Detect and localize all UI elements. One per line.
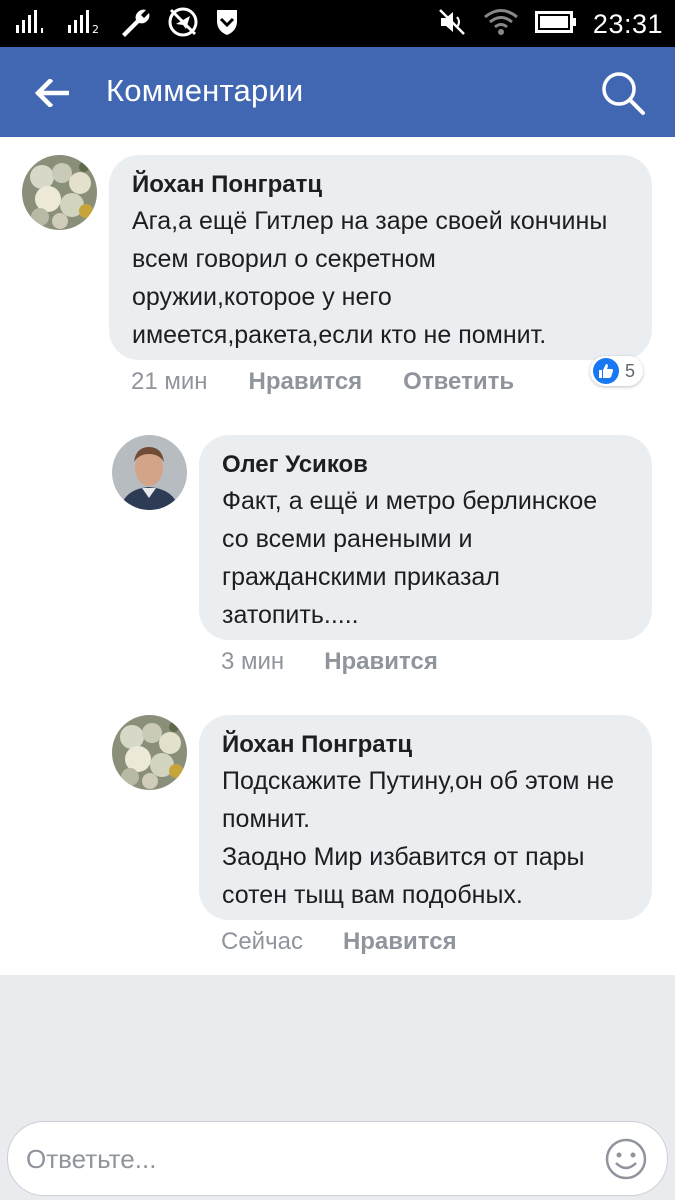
app-bar: Комментарии xyxy=(0,47,675,137)
comment-author[interactable]: Олег Усиков xyxy=(222,451,630,479)
like-button[interactable]: Нравится xyxy=(249,368,363,396)
clock: 23:31 xyxy=(592,8,663,39)
comment-meta: Сейчас Нравится xyxy=(221,927,457,957)
status-bar: 2 23:31 xyxy=(0,0,675,47)
search-icon xyxy=(602,72,645,115)
reply-input[interactable] xyxy=(26,1136,586,1182)
comment-time: 3 мин xyxy=(221,648,285,675)
comment-author[interactable]: Йохан Понгратц xyxy=(132,171,630,199)
empty-area xyxy=(0,975,675,1115)
back-button[interactable] xyxy=(30,71,74,115)
comments-list: Йохан Понгратц Ага,а ещё Гитлер на заре … xyxy=(0,137,675,975)
reaction-count: 5 xyxy=(625,360,636,381)
comment-meta: 21 мин Нравится Ответить xyxy=(131,367,514,397)
avatar-image xyxy=(22,155,97,230)
wifi-icon xyxy=(483,8,519,41)
comment-bubble[interactable]: Йохан Понгратц Ага,а ещё Гитлер на заре … xyxy=(109,155,652,360)
reply-field[interactable] xyxy=(7,1121,668,1196)
like-button[interactable]: Нравится xyxy=(343,928,457,956)
battery-icon xyxy=(534,10,577,39)
mute-icon xyxy=(437,7,467,42)
comment-time: 21 мин xyxy=(131,368,208,395)
reply-button[interactable]: Ответить xyxy=(403,368,514,396)
avatar[interactable] xyxy=(112,715,187,790)
comment-time: Сейчас xyxy=(221,928,303,955)
comment-text: Факт, а ещё и метро берлинское со всеми … xyxy=(222,487,598,629)
smiley-icon xyxy=(605,1138,647,1180)
comment-text: Ага,а ещё Гитлер на заре своей кончины в… xyxy=(132,207,608,349)
shield-icon xyxy=(214,7,240,42)
avatar[interactable] xyxy=(112,435,187,510)
like-button[interactable]: Нравится xyxy=(324,648,438,676)
search-button[interactable] xyxy=(597,67,649,119)
avatar-image xyxy=(112,715,187,790)
no-location-icon xyxy=(166,6,200,43)
avatar-image xyxy=(112,435,187,510)
signal-2-icon: 2 xyxy=(66,9,104,40)
comment-text: Подскажите Путину,он об этом не помнит. … xyxy=(222,767,615,909)
status-right-icons: 23:31 xyxy=(437,8,663,40)
reply-bar xyxy=(0,1115,675,1200)
reaction-badge[interactable]: 5 xyxy=(590,356,644,386)
status-left-icons: 2 xyxy=(14,6,240,43)
comment-bubble[interactable]: Олег Усиков Факт, а ещё и метро берлинск… xyxy=(199,435,652,640)
svg-text:2: 2 xyxy=(92,23,99,35)
comment-bubble[interactable]: Йохан Понгратц Подскажите Путину,он об э… xyxy=(199,715,652,920)
emoji-button[interactable] xyxy=(603,1136,649,1182)
signal-1-icon xyxy=(14,9,52,40)
page-title: Комментарии xyxy=(106,73,304,108)
comment-author[interactable]: Йохан Понгратц xyxy=(222,731,630,759)
comment-meta: 3 мин Нравится xyxy=(221,647,438,677)
avatar[interactable] xyxy=(22,155,97,230)
like-thumb-icon xyxy=(593,358,619,384)
wrench-icon xyxy=(118,7,152,42)
arrow-left-icon xyxy=(35,79,69,107)
